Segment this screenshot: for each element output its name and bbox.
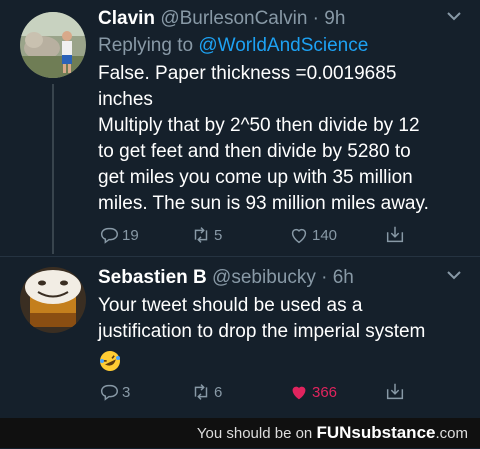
- like-icon: [292, 386, 306, 400]
- tweet-actions: 19 5 140: [98, 224, 418, 248]
- retweet-count: 6: [214, 383, 223, 401]
- footer-suffix: .com: [435, 425, 468, 442]
- reply-icon: [100, 227, 118, 244]
- footer-prefix: You should be on: [196, 425, 313, 442]
- tweet-clavin[interactable]: Clavin @BurlesonCalvin · 9h Replying to …: [0, 0, 480, 256]
- reply-button[interactable]: 3: [98, 381, 130, 403]
- like-button[interactable]: 366: [288, 381, 337, 403]
- tweet-text: Your tweet should be used as a justifica…: [98, 293, 462, 381]
- like-count: 140: [312, 226, 338, 244]
- retweet-icon: [194, 227, 208, 243]
- rofl-emoji-icon: [98, 349, 122, 373]
- retweet-count: 5: [214, 226, 223, 244]
- watermark-footer: You should be on FUNsubstance.com: [0, 418, 480, 448]
- avatar-clavin[interactable]: [20, 12, 86, 78]
- tweet-text-line: to get feet and then divide by 5280 to: [98, 141, 411, 162]
- display-name[interactable]: Sebastien B: [98, 267, 207, 288]
- reply-button[interactable]: 19: [98, 224, 139, 246]
- timestamp[interactable]: · 6h: [321, 267, 354, 288]
- chevron-down-icon[interactable]: [446, 267, 462, 283]
- tweet-sebastien[interactable]: Sebastien B @sebibucky · 6h Your tweet s…: [0, 256, 480, 419]
- tweet-actions: 3 6 366: [98, 381, 418, 405]
- tweet-content: Clavin @BurlesonCalvin · 9h Replying to …: [98, 6, 462, 217]
- tweet-text-line: Your tweet should be used as a: [98, 295, 363, 316]
- user-handle[interactable]: @BurlesonCalvin: [160, 8, 307, 29]
- tweet-text-line: False. Paper thickness =0.0019685: [98, 63, 397, 84]
- tweet-text-line: miles. The sun is 93 million miles away.: [98, 193, 429, 214]
- retweet-icon: [194, 384, 208, 400]
- share-icon: [386, 383, 404, 400]
- retweet-button[interactable]: 5: [190, 224, 222, 246]
- replying-to-label: Replying to: [98, 35, 194, 56]
- thread-line: [52, 84, 54, 254]
- footer-brand: FUNsubstance: [316, 423, 436, 442]
- tweet-header: Clavin @BurlesonCalvin · 9h: [98, 6, 462, 32]
- chevron-down-icon[interactable]: [446, 8, 462, 24]
- timestamp[interactable]: · 9h: [313, 8, 346, 29]
- share-icon: [386, 226, 404, 243]
- tweet-text: False. Paper thickness =0.0019685 inches…: [98, 61, 462, 217]
- avatar-sebastien[interactable]: [20, 267, 86, 333]
- tweet-text-line: justification to drop the imperial syste…: [98, 321, 426, 342]
- user-handle[interactable]: @sebibucky: [212, 267, 316, 288]
- retweet-button[interactable]: 6: [190, 381, 222, 403]
- like-count: 366: [312, 383, 338, 401]
- reply-count: 19: [122, 226, 139, 244]
- tweet-header: Sebastien B @sebibucky · 6h: [98, 265, 462, 291]
- reply-icon: [100, 384, 118, 401]
- tweet-text-line: get miles you come up with 35 million: [98, 167, 413, 188]
- replying-to: Replying to @WorldAndScience: [98, 33, 462, 59]
- reply-count: 3: [122, 383, 131, 401]
- like-icon: [291, 228, 307, 244]
- replying-to-link[interactable]: @WorldAndScience: [198, 35, 368, 56]
- like-button[interactable]: 140: [288, 224, 337, 246]
- tweet-text-line: Multiply that by 2^50 then divide by 12: [98, 115, 420, 136]
- display-name[interactable]: Clavin: [98, 8, 155, 29]
- tweet-content: Sebastien B @sebibucky · 6h Your tweet s…: [98, 265, 462, 381]
- tweet-text-line: inches: [98, 89, 153, 110]
- share-button[interactable]: [384, 381, 408, 403]
- share-button[interactable]: [384, 224, 408, 246]
